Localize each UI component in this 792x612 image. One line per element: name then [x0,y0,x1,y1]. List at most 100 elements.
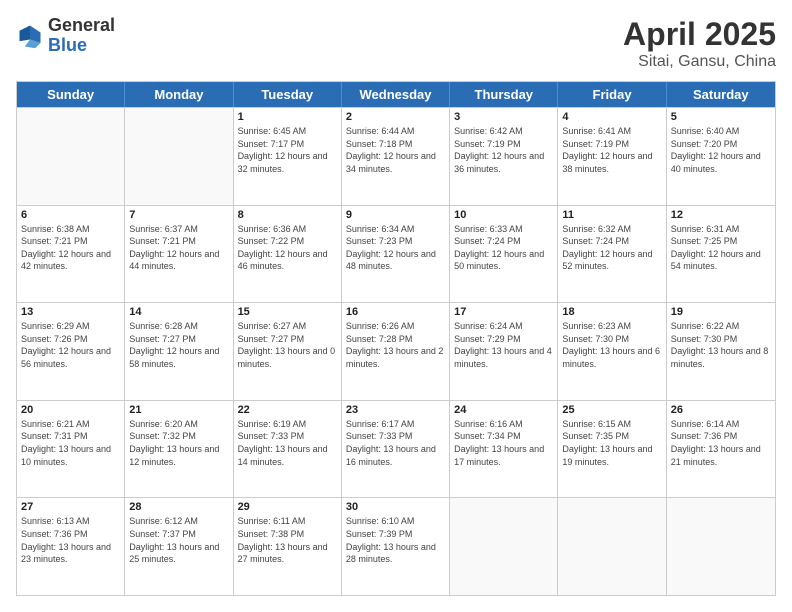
weekday-header: Sunday [17,82,125,107]
calendar-cell: 10 Sunrise: 6:33 AM Sunset: 7:24 PM Dayli… [450,206,558,303]
calendar-cell: 21 Sunrise: 6:20 AM Sunset: 7:32 PM Dayli… [125,401,233,498]
calendar-cell: 27 Sunrise: 6:13 AM Sunset: 7:36 PM Dayli… [17,498,125,595]
cell-day-number: 3 [454,111,553,123]
cell-sun-info: Sunrise: 6:34 AM Sunset: 7:23 PM Dayligh… [346,223,445,273]
cell-day-number: 23 [346,404,445,416]
calendar-week: 6 Sunrise: 6:38 AM Sunset: 7:21 PM Daylig… [17,205,775,303]
cell-day-number: 4 [562,111,661,123]
cell-day-number: 16 [346,306,445,318]
cell-day-number: 11 [562,209,661,221]
cell-day-number: 14 [129,306,228,318]
calendar-cell: 13 Sunrise: 6:29 AM Sunset: 7:26 PM Dayli… [17,303,125,400]
cell-day-number: 7 [129,209,228,221]
cell-sun-info: Sunrise: 6:21 AM Sunset: 7:31 PM Dayligh… [21,418,120,468]
cell-day-number: 30 [346,501,445,513]
cell-day-number: 24 [454,404,553,416]
cell-day-number: 21 [129,404,228,416]
calendar-subtitle: Sitai, Gansu, China [623,53,776,71]
calendar-cell: 5Sunrise: 6:40 AM Sunset: 7:20 PM Daylig… [667,108,775,205]
logo-general: General [48,16,115,36]
calendar-cell [17,108,125,205]
calendar-cell: 22 Sunrise: 6:19 AM Sunset: 7:33 PM Dayli… [234,401,342,498]
cell-sun-info: Sunrise: 6:33 AM Sunset: 7:24 PM Dayligh… [454,223,553,273]
cell-sun-info: Sunrise: 6:27 AM Sunset: 7:27 PM Dayligh… [238,320,337,370]
calendar-cell: 19 Sunrise: 6:22 AM Sunset: 7:30 PM Dayli… [667,303,775,400]
cell-sun-info: Sunrise: 6:42 AM Sunset: 7:19 PM Dayligh… [454,125,553,175]
cell-day-number: 22 [238,404,337,416]
cell-sun-info: Sunrise: 6:13 AM Sunset: 7:36 PM Dayligh… [21,515,120,565]
cell-day-number: 12 [671,209,771,221]
calendar-cell: 7 Sunrise: 6:37 AM Sunset: 7:21 PM Daylig… [125,206,233,303]
cell-day-number: 28 [129,501,228,513]
cell-day-number: 15 [238,306,337,318]
calendar-cell [450,498,558,595]
cell-sun-info: Sunrise: 6:24 AM Sunset: 7:29 PM Dayligh… [454,320,553,370]
calendar-cell: 25Sunrise: 6:15 AM Sunset: 7:35 PM Dayli… [558,401,666,498]
calendar-title: April 2025 [623,16,776,53]
calendar-week: 1 Sunrise: 6:45 AM Sunset: 7:17 PM Daylig… [17,107,775,205]
cell-sun-info: Sunrise: 6:10 AM Sunset: 7:39 PM Dayligh… [346,515,445,565]
calendar-week: 20Sunrise: 6:21 AM Sunset: 7:31 PM Dayli… [17,400,775,498]
cell-day-number: 10 [454,209,553,221]
calendar-cell: 12 Sunrise: 6:31 AM Sunset: 7:25 PM Dayli… [667,206,775,303]
calendar-cell: 6 Sunrise: 6:38 AM Sunset: 7:21 PM Daylig… [17,206,125,303]
calendar-cell: 23 Sunrise: 6:17 AM Sunset: 7:33 PM Dayli… [342,401,450,498]
cell-sun-info: Sunrise: 6:12 AM Sunset: 7:37 PM Dayligh… [129,515,228,565]
cell-day-number: 9 [346,209,445,221]
logo-blue: Blue [48,36,115,56]
cell-sun-info: Sunrise: 6:11 AM Sunset: 7:38 PM Dayligh… [238,515,337,565]
calendar-cell: 2Sunrise: 6:44 AM Sunset: 7:18 PM Daylig… [342,108,450,205]
cell-sun-info: Sunrise: 6:16 AM Sunset: 7:34 PM Dayligh… [454,418,553,468]
calendar-cell: 24 Sunrise: 6:16 AM Sunset: 7:34 PM Dayli… [450,401,558,498]
weekday-header: Wednesday [342,82,450,107]
cell-day-number: 6 [21,209,120,221]
cell-day-number: 17 [454,306,553,318]
logo: General Blue [16,16,115,56]
calendar-cell: 20Sunrise: 6:21 AM Sunset: 7:31 PM Dayli… [17,401,125,498]
cell-sun-info: Sunrise: 6:17 AM Sunset: 7:33 PM Dayligh… [346,418,445,468]
calendar-cell: 1 Sunrise: 6:45 AM Sunset: 7:17 PM Daylig… [234,108,342,205]
cell-sun-info: Sunrise: 6:29 AM Sunset: 7:26 PM Dayligh… [21,320,120,370]
cell-sun-info: Sunrise: 6:32 AM Sunset: 7:24 PM Dayligh… [562,223,661,273]
logo-text: General Blue [48,16,115,56]
cell-day-number: 27 [21,501,120,513]
calendar-cell: 15 Sunrise: 6:27 AM Sunset: 7:27 PM Dayli… [234,303,342,400]
calendar-cell: 28 Sunrise: 6:12 AM Sunset: 7:37 PM Dayli… [125,498,233,595]
calendar-cell [667,498,775,595]
calendar-body: 1 Sunrise: 6:45 AM Sunset: 7:17 PM Daylig… [17,107,775,595]
calendar-cell: 29 Sunrise: 6:11 AM Sunset: 7:38 PM Dayli… [234,498,342,595]
cell-sun-info: Sunrise: 6:37 AM Sunset: 7:21 PM Dayligh… [129,223,228,273]
cell-sun-info: Sunrise: 6:19 AM Sunset: 7:33 PM Dayligh… [238,418,337,468]
calendar-cell: 18Sunrise: 6:23 AM Sunset: 7:30 PM Dayli… [558,303,666,400]
cell-day-number: 13 [21,306,120,318]
cell-day-number: 19 [671,306,771,318]
calendar-cell: 3 Sunrise: 6:42 AM Sunset: 7:19 PM Daylig… [450,108,558,205]
cell-sun-info: Sunrise: 6:20 AM Sunset: 7:32 PM Dayligh… [129,418,228,468]
logo-icon [16,22,44,50]
cell-sun-info: Sunrise: 6:28 AM Sunset: 7:27 PM Dayligh… [129,320,228,370]
header: General Blue April 2025 Sitai, Gansu, Ch… [16,16,776,71]
weekday-header: Tuesday [234,82,342,107]
calendar-cell: 30 Sunrise: 6:10 AM Sunset: 7:39 PM Dayli… [342,498,450,595]
weekday-header: Monday [125,82,233,107]
cell-day-number: 29 [238,501,337,513]
cell-sun-info: Sunrise: 6:45 AM Sunset: 7:17 PM Dayligh… [238,125,337,175]
cell-sun-info: Sunrise: 6:14 AM Sunset: 7:36 PM Dayligh… [671,418,771,468]
cell-sun-info: Sunrise: 6:40 AM Sunset: 7:20 PM Dayligh… [671,125,771,175]
cell-sun-info: Sunrise: 6:15 AM Sunset: 7:35 PM Dayligh… [562,418,661,468]
cell-sun-info: Sunrise: 6:38 AM Sunset: 7:21 PM Dayligh… [21,223,120,273]
title-block: April 2025 Sitai, Gansu, China [623,16,776,71]
calendar-cell [125,108,233,205]
calendar-cell [558,498,666,595]
calendar-cell: 16Sunrise: 6:26 AM Sunset: 7:28 PM Dayli… [342,303,450,400]
cell-day-number: 8 [238,209,337,221]
calendar-header: SundayMondayTuesdayWednesdayThursdayFrid… [17,82,775,107]
cell-sun-info: Sunrise: 6:23 AM Sunset: 7:30 PM Dayligh… [562,320,661,370]
cell-day-number: 1 [238,111,337,123]
calendar-cell: 8Sunrise: 6:36 AM Sunset: 7:22 PM Daylig… [234,206,342,303]
cell-sun-info: Sunrise: 6:22 AM Sunset: 7:30 PM Dayligh… [671,320,771,370]
cell-sun-info: Sunrise: 6:44 AM Sunset: 7:18 PM Dayligh… [346,125,445,175]
calendar: SundayMondayTuesdayWednesdayThursdayFrid… [16,81,776,596]
calendar-cell: 11 Sunrise: 6:32 AM Sunset: 7:24 PM Dayli… [558,206,666,303]
cell-sun-info: Sunrise: 6:31 AM Sunset: 7:25 PM Dayligh… [671,223,771,273]
